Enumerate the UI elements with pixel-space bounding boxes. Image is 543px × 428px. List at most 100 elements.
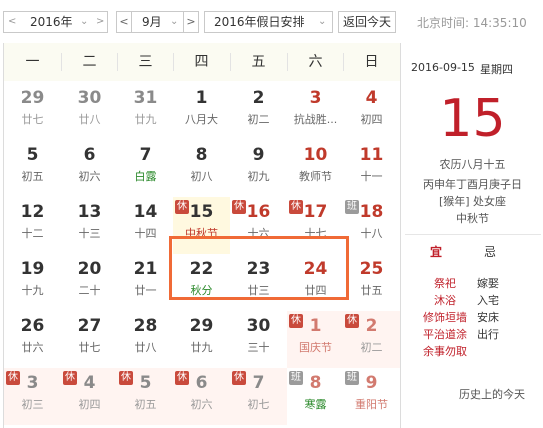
ji-heading: 忌: [483, 245, 496, 259]
calendar-day-cell[interactable]: 休 17 十七: [287, 197, 344, 254]
lunar-label: 秋分: [190, 284, 213, 297]
workday-badge: 班: [345, 200, 359, 214]
calendar-day-cell[interactable]: 23 廿三: [230, 254, 287, 311]
day-number: 11: [359, 145, 384, 165]
back-to-today-button[interactable]: 返回今天: [338, 11, 396, 33]
next-year-arrow[interactable]: >: [96, 12, 104, 32]
calendar-day-cell[interactable]: 1 八月大: [173, 83, 230, 140]
calendar-day-cell[interactable]: 5 初五: [4, 140, 61, 197]
calendar-day-cell[interactable]: 28 廿八: [117, 311, 174, 368]
lunar-label: 廿五: [360, 284, 383, 297]
day-number: 14: [133, 202, 158, 222]
calendar-day-cell[interactable]: 24 廿四: [287, 254, 344, 311]
calendar-day-cell[interactable]: 12 十二: [4, 197, 61, 254]
prev-year-arrow[interactable]: <: [8, 12, 16, 32]
calendar-day-cell[interactable]: 11 十一: [343, 140, 400, 197]
calendar-day-cell[interactable]: 休 5 初五: [117, 368, 174, 425]
calendar-day-cell[interactable]: 9 初九: [230, 140, 287, 197]
lunar-label: 十九: [21, 284, 44, 297]
lunar-label: 十三: [78, 227, 101, 240]
calendar-day-cell[interactable]: 休 1 国庆节: [287, 311, 344, 368]
day-number: 30: [246, 316, 271, 336]
ji-item: 入宅: [477, 294, 499, 307]
calendar-day-cell[interactable]: 休 2 初二: [343, 311, 400, 368]
calendar-day-cell[interactable]: 14 十四: [117, 197, 174, 254]
day-number: 19: [20, 259, 45, 279]
holiday-badge: 休: [6, 371, 20, 385]
ji-item: 嫁娶: [477, 277, 499, 290]
day-detail-panel: 2016-09-15 星期四 15 农历八月十五 丙申年丁酉月庚子日 [猴年] …: [400, 43, 543, 428]
year-select[interactable]: 2016年 < ⌄ >: [3, 11, 108, 33]
calendar-day-cell[interactable]: 休 3 初三: [4, 368, 61, 425]
ji-item: 安床: [477, 311, 499, 324]
calendar-day-cell[interactable]: 29 廿九: [173, 311, 230, 368]
calendar-day-cell[interactable]: 30 三十: [230, 311, 287, 368]
day-number: 8: [195, 145, 208, 165]
lunar-label: 十二: [21, 227, 44, 240]
yi-item: 祭祀: [434, 277, 456, 290]
calendar-day-cell[interactable]: 10 教师节: [287, 140, 344, 197]
calendar-day-cell[interactable]: 25 廿五: [343, 254, 400, 311]
calendar-day-cell[interactable]: 班 8 寒露: [287, 368, 344, 425]
calendar-day-cell[interactable]: 22 秋分: [173, 254, 230, 311]
calendar-day-cell[interactable]: 19 十九: [4, 254, 61, 311]
lunar-label: 初八: [190, 170, 213, 183]
calendar-day-cell[interactable]: 26 廿六: [4, 311, 61, 368]
yi-item: 沐浴: [434, 294, 456, 307]
lunar-label: 十一: [360, 170, 383, 183]
yi-heading: 宜: [429, 245, 442, 259]
holiday-badge: 休: [175, 371, 189, 385]
calendar-day-cell[interactable]: 休 16 十六: [230, 197, 287, 254]
yi-item: 平治道涂: [423, 328, 467, 341]
calendar-day-cell[interactable]: 3 抗战胜...: [287, 83, 344, 140]
prev-month-button[interactable]: <: [116, 11, 132, 33]
chevron-down-icon: ⌄: [80, 16, 89, 27]
year-select-value: 2016年: [30, 15, 73, 29]
calendar-day-cell[interactable]: 7 白露: [117, 140, 174, 197]
weekday-header-cell: 二: [82, 54, 97, 70]
calendar-day-cell[interactable]: 休 6 初六: [173, 368, 230, 425]
calendar-day-cell[interactable]: 29 廿七: [4, 83, 61, 140]
month-select[interactable]: 9月 ⌄: [131, 11, 184, 33]
lunar-label: 廿九: [134, 113, 157, 126]
calendar-day-cell[interactable]: 6 初六: [61, 140, 118, 197]
header-separator: [230, 53, 231, 71]
calendar-day-cell[interactable]: 休 15 中秋节: [173, 197, 230, 254]
day-number: 6: [83, 145, 96, 165]
next-month-button[interactable]: >: [183, 11, 199, 33]
calendar-day-cell[interactable]: 30 廿八: [61, 83, 118, 140]
calendar-day-cell[interactable]: 4 初四: [343, 83, 400, 140]
day-number: 13: [77, 202, 102, 222]
lunar-label: 抗战胜...: [293, 113, 338, 126]
lunar-label: 廿八: [134, 341, 157, 354]
day-number: 20: [77, 259, 102, 279]
calendar-day-cell[interactable]: 27 廿七: [61, 311, 118, 368]
calendar-day-cell[interactable]: 20 二十: [61, 254, 118, 311]
holiday-select[interactable]: 2016年假日安排 ⌄: [204, 11, 333, 33]
history-today-link[interactable]: 历史上的今天: [459, 386, 525, 402]
day-number: 28: [133, 316, 158, 336]
calendar-day-cell[interactable]: 8 初八: [173, 140, 230, 197]
calendar-day-cell[interactable]: 班 18 十八: [343, 197, 400, 254]
chevron-down-icon: ⌄: [170, 16, 179, 27]
lunar-label: 寒露: [304, 398, 327, 411]
weekday-header-cell: 日: [364, 54, 379, 70]
beijing-clock: 北京时间: 14:35:10: [417, 16, 527, 30]
day-number: 10: [303, 145, 328, 165]
calendar-day-cell[interactable]: 21 廿一: [117, 254, 174, 311]
calendar-day-cell[interactable]: 休 4 初四: [61, 368, 118, 425]
weekday-header-cell: 六: [308, 54, 323, 70]
holiday-badge: 休: [119, 371, 133, 385]
weekday-header-cell: 一: [25, 54, 40, 70]
calendar-day-cell[interactable]: 31 廿九: [117, 83, 174, 140]
calendar-day-cell[interactable]: 2 初二: [230, 83, 287, 140]
lunar-label: 十七: [304, 227, 327, 240]
day-number: 9: [252, 145, 265, 165]
lunar-label: 初三: [21, 398, 44, 411]
day-number: 27: [77, 316, 102, 336]
calendar-day-cell[interactable]: 休 7 初七: [230, 368, 287, 425]
calendar-day-cell[interactable]: 13 十三: [61, 197, 118, 254]
big-day-number: 15: [439, 89, 506, 149]
calendar-day-cell[interactable]: 班 9 重阳节: [343, 368, 400, 425]
lunar-label: 十四: [134, 227, 157, 240]
